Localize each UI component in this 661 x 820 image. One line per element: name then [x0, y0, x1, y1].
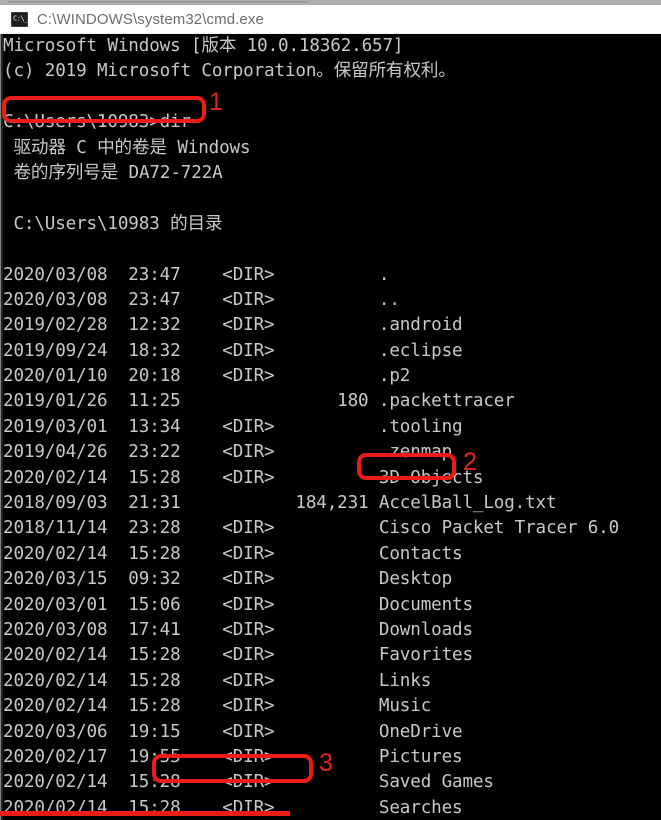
console-line: 2020/03/08 23:47 <DIR> ..: [3, 289, 400, 310]
console-line: 2019/03/01 13:34 <DIR> .tooling: [3, 416, 463, 437]
window-title: C:\WINDOWS\system32\cmd.exe: [37, 10, 264, 28]
annotation-label-1: 1: [209, 88, 223, 116]
console-line: 2019/09/24 18:32 <DIR> .eclipse: [3, 340, 463, 361]
console-line: C:\Users\10983>dir: [3, 112, 191, 133]
console-line: 2020/03/15 09:32 <DIR> Desktop: [3, 569, 453, 590]
console-line: (c) 2019 Microsoft Corporation。保留所有权利。: [3, 61, 456, 82]
console-line: 2018/11/14 23:28 <DIR> Cisco Packet Trac…: [3, 518, 620, 539]
console-text: Microsoft Windows [版本 10.0.18362.657] (c)…: [3, 34, 658, 820]
console-line: 卷的序列号是 DA72-722A: [3, 162, 223, 183]
console-line: 驱动器 C 中的卷是 Windows: [3, 137, 251, 158]
annotation-label-2: 2: [463, 448, 477, 476]
console-line: C:\Users\10983 的目录: [3, 213, 223, 234]
console-output-area[interactable]: Microsoft Windows [版本 10.0.18362.657] (c)…: [0, 34, 661, 820]
console-line: 2020/02/14 15:28 <DIR> Contacts: [3, 543, 463, 564]
console-line: 2019/04/26 23:22 <DIR> .zenmap: [3, 442, 453, 463]
annotation-label-3: 3: [319, 749, 333, 777]
console-line: 2020/03/06 19:15 <DIR> OneDrive: [3, 721, 463, 742]
cmd-app-icon: C:\_: [11, 11, 28, 27]
title-bar[interactable]: C:\_ C:\WINDOWS\system32\cmd.exe: [0, 5, 661, 34]
console-line: 2020/02/14 15:28 <DIR> Favorites: [3, 645, 473, 666]
console-line: 2020/02/14 15:28 <DIR> Searches: [3, 797, 463, 818]
console-line: 2020/03/08 17:41 <DIR> Downloads: [3, 619, 473, 640]
console-line: 2020/01/10 20:18 <DIR> .p2: [3, 366, 411, 387]
annotation-underline-final-prompt: [0, 811, 290, 816]
console-line: 2020/03/08 23:47 <DIR> .: [3, 264, 390, 285]
console-line: 2020/02/14 15:28 <DIR> Links: [3, 670, 432, 691]
console-line: 2020/03/01 15:06 <DIR> Documents: [3, 594, 473, 615]
cmd-icon-glyph: C:\_: [13, 14, 28, 23]
console-line: 2019/01/26 11:25 180 .packettracer: [3, 391, 515, 412]
cmd-window: C:\_ C:\WINDOWS\system32\cmd.exe Microso…: [0, 0, 661, 820]
console-line: 2020/02/14 15:28 <DIR> Music: [3, 696, 432, 717]
console-line: Microsoft Windows [版本 10.0.18362.657]: [3, 36, 404, 56]
console-line: 2018/09/03 21:31 184,231 AccelBall_Log.t…: [3, 493, 557, 514]
console-line: 2020/02/14 15:28 <DIR> 3D Objects: [3, 467, 484, 488]
console-line: 2019/02/28 12:32 <DIR> .android: [3, 315, 463, 336]
